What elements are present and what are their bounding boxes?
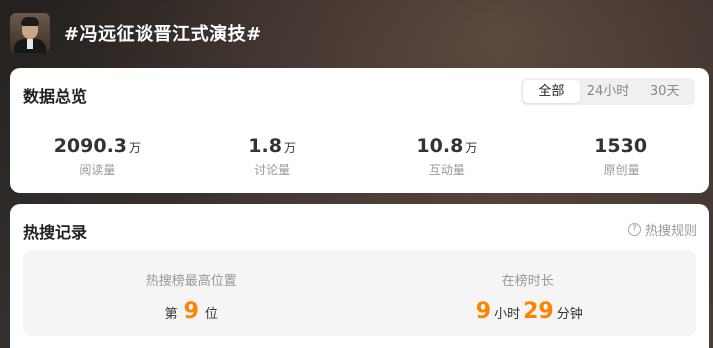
time-on-list-label: 在榜时长 xyxy=(501,274,554,289)
minutes-value: 29 xyxy=(523,299,554,324)
stat-interactions: 10.8 万 互动量 xyxy=(360,134,535,178)
stat-label: 阅读量 xyxy=(79,163,116,177)
stat-unit: 万 xyxy=(283,141,296,155)
stat-label: 原创量 xyxy=(603,163,640,177)
overview-title: 数据总览 xyxy=(23,87,88,106)
hot-search-summary: 热搜榜最高位置 第 9 位 在榜时长 9 小时 29 分钟 xyxy=(23,250,696,336)
rank-value: 9 xyxy=(183,299,199,324)
stat-unit: 万 xyxy=(129,141,142,155)
minutes-unit: 分钟 xyxy=(556,307,583,322)
hot-search-card: 热搜记录 ? 热搜规则 热搜榜最高位置 第 9 位 在榜时长 9 小时 29 分… xyxy=(10,204,709,348)
rules-label: 热搜规则 xyxy=(644,224,697,239)
time-range-tabs: 全部 24小时 30天 xyxy=(521,78,695,105)
time-on-list: 在榜时长 9 小时 29 分钟 xyxy=(360,250,697,336)
hours-value: 9 xyxy=(475,299,492,324)
rank-prefix: 第 xyxy=(164,307,178,322)
tab-all[interactable]: 全部 xyxy=(523,80,580,103)
stat-label: 讨论量 xyxy=(254,163,291,177)
hot-search-title: 热搜记录 xyxy=(23,223,88,242)
topic-title: #冯远征谈晋江式演技# xyxy=(64,24,262,45)
stat-value: 10.8 xyxy=(416,135,464,157)
stat-value: 1.8 xyxy=(248,135,282,157)
stat-discussions: 1.8 万 讨论量 xyxy=(185,134,360,178)
overview-card: 数据总览 全部 24小时 30天 2090.3 万 阅读量 1.8 万 讨论量 10… xyxy=(10,68,709,193)
stat-value: 1530 xyxy=(594,135,648,157)
help-icon: ? xyxy=(627,223,641,236)
tab-30d[interactable]: 30天 xyxy=(636,80,693,103)
stat-unit: 万 xyxy=(465,141,478,155)
stats-row: 2090.3 万 阅读量 1.8 万 讨论量 10.8 万 互动量 1530 原创量 xyxy=(10,134,709,178)
topic-header: #冯远征谈晋江式演技# xyxy=(10,12,262,54)
highest-rank: 热搜榜最高位置 第 9 位 xyxy=(23,250,360,336)
rank-suffix: 位 xyxy=(204,307,218,322)
avatar[interactable] xyxy=(10,13,50,53)
hours-unit: 小时 xyxy=(494,307,521,322)
hot-search-rules-link[interactable]: ? 热搜规则 xyxy=(627,220,697,239)
stat-label: 互动量 xyxy=(428,163,465,177)
stat-value: 2090.3 xyxy=(53,135,128,157)
highest-rank-label: 热搜榜最高位置 xyxy=(145,274,237,289)
stat-originals: 1530 原创量 xyxy=(534,134,709,178)
tab-24h[interactable]: 24小时 xyxy=(580,80,637,103)
stat-reads: 2090.3 万 阅读量 xyxy=(10,134,185,178)
